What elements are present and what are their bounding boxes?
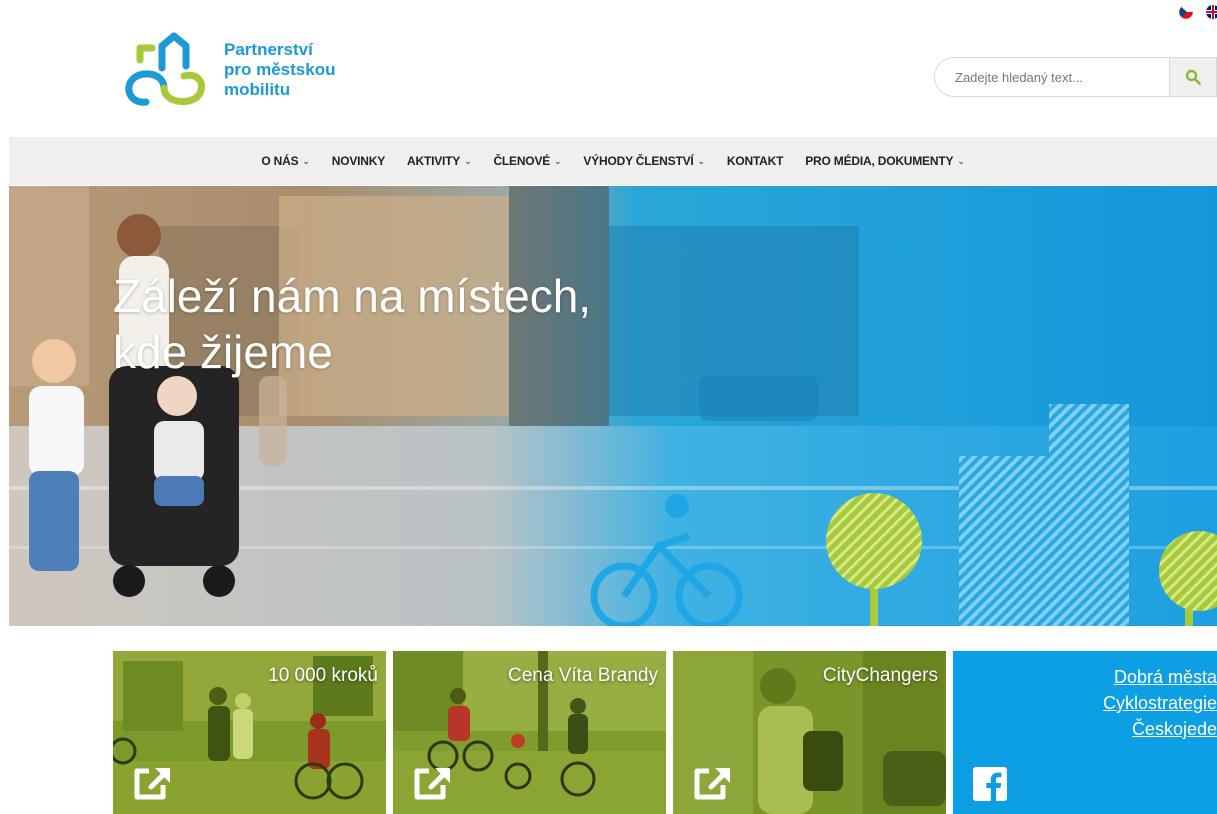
nav-item-clenove[interactable]: ČLENOVÉ ⌄ (493, 154, 561, 168)
chevron-down-icon: ⌄ (302, 155, 310, 166)
nav-label: AKTIVITY (407, 154, 461, 168)
logo-text: Partnerství pro městskou mobilitu (224, 40, 335, 100)
english-flag-icon[interactable] (1206, 5, 1217, 19)
facebook-link-ceskojede[interactable]: Českojede (1103, 716, 1217, 742)
nav-item-vyhody-clenstvi[interactable]: VÝHODY ČLENSTVÍ ⌄ (583, 154, 706, 168)
page: Partnerství pro městskou mobilitu Zadejt… (0, 0, 1217, 814)
nav-label: KONTAKT (726, 154, 784, 168)
chevron-down-icon: ⌄ (697, 155, 706, 166)
chevron-down-icon: ⌄ (957, 155, 965, 166)
nav-label: VÝHODY ČLENSTVÍ (583, 154, 694, 168)
facebook-icon[interactable] (973, 767, 1007, 801)
external-link-icon (134, 768, 170, 800)
tile-10000-kroku[interactable]: 10 000 kroků (113, 651, 386, 814)
logo-mark-icon (125, 32, 205, 106)
hero-image (9, 186, 1217, 626)
nav-item-kontakt[interactable]: KONTAKT (726, 154, 784, 168)
logo-line: pro městskou (224, 60, 336, 79)
tile-cena-vita-brandy[interactable]: Cena Víta Brandy (393, 651, 666, 814)
search-box (934, 57, 1217, 97)
external-link-icon (414, 768, 450, 800)
language-flags (1178, 4, 1217, 20)
hero-title-line: Záleží nám na místech, (113, 270, 592, 322)
facebook-links: Dobrá města Cyklostrategie Českojede (1103, 664, 1217, 742)
main-nav: O NÁS ⌄ NOVINKY AKTIVITY ⌄ ČLENOVÉ ⌄ VÝHODY… (9, 137, 1217, 185)
facebook-link-dobra-mesta[interactable]: Dobrá města (1103, 664, 1217, 690)
facebook-link-cyklostrategie[interactable]: Cyklostrategie (1103, 690, 1217, 716)
search-icon (1185, 69, 1201, 85)
external-link-icon (694, 768, 730, 800)
nav-label: ČLENOVÉ (493, 154, 551, 168)
tile-citychangers[interactable]: CityChangers (673, 651, 946, 814)
tile-title: 10 000 kroků (268, 665, 378, 686)
tile-facebook: Dobrá města Cyklostrategie Českojede (953, 651, 1217, 814)
hero-title: Záleží nám na místech, kde žijeme (113, 268, 591, 380)
tile-title: Cena Víta Brandy (508, 665, 658, 686)
nav-item-o-nas[interactable]: O NÁS ⌄ (261, 154, 310, 168)
nav-item-pro-media[interactable]: PRO MÉDIA, DOKUMENTY ⌄ (805, 154, 965, 168)
nav-label: PRO MÉDIA, DOKUMENTY (805, 154, 954, 168)
nav-label: O NÁS (261, 154, 299, 168)
nav-item-aktivity[interactable]: AKTIVITY ⌄ (407, 154, 472, 168)
nav-item-novinky[interactable]: NOVINKY (332, 154, 385, 168)
feature-tiles: 10 000 kroků Cena Víta Brandy CityChange… (113, 651, 1217, 814)
site-logo[interactable]: Partnerství pro městskou mobilitu (118, 30, 358, 110)
logo-line: mobilitu (224, 80, 291, 99)
search-input[interactable] (934, 57, 1172, 97)
chevron-down-icon: ⌄ (464, 155, 472, 166)
chevron-down-icon: ⌄ (554, 155, 562, 166)
logo-line: Partnerství (224, 40, 313, 59)
search-button[interactable] (1169, 57, 1217, 97)
nav-label: NOVINKY (331, 154, 386, 168)
hero-banner[interactable]: Záleží nám na místech, kde žijeme (9, 186, 1217, 626)
czech-flag-icon[interactable] (1178, 4, 1194, 20)
tile-title: CityChangers (822, 665, 938, 686)
hero-title-line: kde žijeme (113, 326, 333, 378)
